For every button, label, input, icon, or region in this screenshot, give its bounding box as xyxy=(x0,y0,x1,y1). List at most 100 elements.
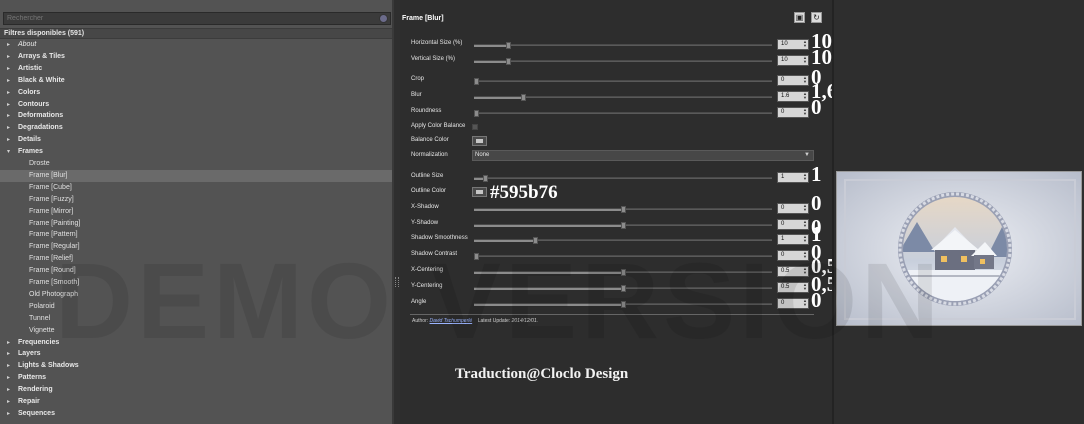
chevron-right-icon[interactable]: ▸ xyxy=(7,384,15,396)
chevron-right-icon[interactable]: ▸ xyxy=(7,348,15,360)
chevron-right-icon[interactable]: ▸ xyxy=(7,75,15,87)
tree-category[interactable]: ▸ Frequencies xyxy=(0,337,392,349)
param-slider[interactable] xyxy=(474,222,772,229)
chevron-right-icon[interactable]: ▸ xyxy=(7,87,15,99)
param-slider[interactable] xyxy=(474,253,772,260)
chevron-right-icon[interactable]: ▸ xyxy=(7,134,15,146)
tree-filter-item[interactable]: Polaroid xyxy=(0,301,392,313)
spinner-arrows-icon[interactable]: ▲ ▼ xyxy=(802,204,808,213)
chevron-right-icon[interactable]: ▸ xyxy=(7,337,15,349)
spinner-arrows-icon[interactable]: ▲ ▼ xyxy=(802,299,808,308)
tree-filter-item[interactable]: Old Photograph xyxy=(0,289,392,301)
param-slider[interactable] xyxy=(474,301,772,308)
color-swatch-button[interactable] xyxy=(472,187,487,197)
spinner-arrows-icon[interactable]: ▲ ▼ xyxy=(802,92,808,101)
param-slider[interactable] xyxy=(474,42,772,49)
chevron-down-icon[interactable]: ▾ xyxy=(7,146,15,158)
tree-category[interactable]: ▸ Black & White xyxy=(0,75,392,87)
param-slider[interactable] xyxy=(474,206,772,213)
slider-thumb[interactable] xyxy=(621,301,626,308)
spinner-arrows-icon[interactable]: ▲ ▼ xyxy=(802,40,808,49)
search-icon[interactable] xyxy=(379,14,388,23)
slider-thumb[interactable] xyxy=(506,58,512,65)
tree-category[interactable]: ▸ Artistic xyxy=(0,63,392,75)
slider-thumb[interactable] xyxy=(621,206,626,213)
tree-filter-item[interactable]: Frame [Cube] xyxy=(0,182,392,194)
chevron-right-icon[interactable]: ▸ xyxy=(7,122,15,134)
chevron-right-icon[interactable]: ▸ xyxy=(7,110,15,122)
tree-filter-item[interactable]: Vignette xyxy=(0,325,392,337)
spinner-arrows-icon[interactable]: ▲ ▼ xyxy=(802,283,808,292)
spinner-arrows-icon[interactable]: ▲ ▼ xyxy=(802,220,808,229)
spinner-arrows-icon[interactable]: ▲ ▼ xyxy=(802,173,808,182)
slider-thumb[interactable] xyxy=(521,94,527,101)
tree-category[interactable]: ▸ Sequences xyxy=(0,408,392,420)
param-slider[interactable] xyxy=(474,94,772,101)
slider-thumb[interactable] xyxy=(532,237,538,244)
tree-filter-item[interactable]: Frame [Smooth] xyxy=(0,277,392,289)
param-slider[interactable] xyxy=(474,237,772,244)
slider-thumb[interactable] xyxy=(621,269,626,276)
tree-filter-item[interactable]: Frame [Fuzzy] xyxy=(0,194,392,206)
tree-filter-item[interactable]: Frame [Blur] xyxy=(0,169,392,182)
tree-category[interactable]: ▸ Layers xyxy=(0,348,392,360)
preview-image[interactable] xyxy=(836,171,1082,326)
tree-category[interactable]: ▸ Rendering xyxy=(0,384,392,396)
tree-category[interactable]: ▸ Colors xyxy=(0,87,392,99)
refresh-icon[interactable]: ↻ xyxy=(811,12,822,23)
tree-category[interactable]: ▸ About xyxy=(0,39,392,51)
tree-category[interactable]: ▸ Repair xyxy=(0,396,392,408)
author-link[interactable]: David Tschumperlé xyxy=(430,318,473,324)
tree-category[interactable]: ▸ Details xyxy=(0,134,392,146)
param-slider[interactable] xyxy=(474,285,772,292)
chevron-right-icon[interactable]: ▸ xyxy=(7,51,15,63)
spinner-arrows-icon[interactable]: ▲ ▼ xyxy=(802,108,808,117)
normalization-select[interactable]: None ▼ xyxy=(472,150,814,161)
param-slider[interactable] xyxy=(474,175,772,182)
preview-toggle-icon[interactable]: ▣ xyxy=(794,12,805,23)
param-slider[interactable] xyxy=(474,110,772,117)
spinner-arrows-icon[interactable]: ▲ ▼ xyxy=(802,267,808,276)
chevron-right-icon[interactable]: ▸ xyxy=(7,360,15,372)
slider-thumb[interactable] xyxy=(506,42,512,49)
tree-filter-item[interactable]: Droste xyxy=(0,158,392,170)
param-slider[interactable] xyxy=(474,269,772,276)
tree-category[interactable]: ▸ Patterns xyxy=(0,372,392,384)
tree-filter-item[interactable]: Frame [Pattern] xyxy=(0,229,392,241)
param-checkbox[interactable] xyxy=(472,124,478,130)
tree-filter-item[interactable]: Frame [Mirror] xyxy=(0,206,392,218)
slider-thumb[interactable] xyxy=(621,285,626,292)
tree-category[interactable]: ▾ Frames xyxy=(0,146,392,158)
spinner-arrows-icon[interactable]: ▲ ▼ xyxy=(802,56,808,65)
tree-category[interactable]: ▸ Degradations xyxy=(0,122,392,134)
chevron-right-icon[interactable]: ▸ xyxy=(7,63,15,75)
spinner-arrows-icon[interactable]: ▲ ▼ xyxy=(802,76,808,85)
tree-filter-item[interactable]: Frame [Relief] xyxy=(0,253,392,265)
chevron-right-icon[interactable]: ▸ xyxy=(7,99,15,111)
chevron-right-icon[interactable]: ▸ xyxy=(7,372,15,384)
tree-filter-item[interactable]: Frame [Painting] xyxy=(0,218,392,230)
tree-category[interactable]: ▸ Arrays & Tiles xyxy=(0,51,392,63)
tree-filter-item[interactable]: Frame [Round] xyxy=(0,265,392,277)
spinner-arrows-icon[interactable]: ▲ ▼ xyxy=(802,235,808,244)
slider-thumb[interactable] xyxy=(621,222,626,229)
tree-filter-item[interactable]: Tunnel xyxy=(0,313,392,325)
chevron-right-icon[interactable]: ▸ xyxy=(7,396,15,408)
chevron-down-icon[interactable]: ▼ xyxy=(804,151,810,160)
param-slider[interactable] xyxy=(474,58,772,65)
param-slider[interactable] xyxy=(474,78,772,85)
chevron-right-icon[interactable]: ▸ xyxy=(7,408,15,420)
tree-category[interactable]: ▸ Deformations xyxy=(0,110,392,122)
slider-thumb[interactable] xyxy=(474,110,479,117)
slider-thumb[interactable] xyxy=(474,78,479,85)
slider-thumb[interactable] xyxy=(482,175,488,182)
slider-thumb[interactable] xyxy=(474,253,479,260)
spinner-arrows-icon[interactable]: ▲ ▼ xyxy=(802,251,808,260)
tree-filter-item[interactable]: Frame [Regular] xyxy=(0,241,392,253)
tree-category[interactable]: ▸ Lights & Shadows xyxy=(0,360,392,372)
chevron-right-icon[interactable]: ▸ xyxy=(7,39,15,51)
color-swatch-button[interactable] xyxy=(472,136,487,146)
tree-category[interactable]: ▸ Contours xyxy=(0,99,392,111)
splitter-grip-icon[interactable] xyxy=(395,277,399,287)
search-input[interactable] xyxy=(4,13,374,24)
